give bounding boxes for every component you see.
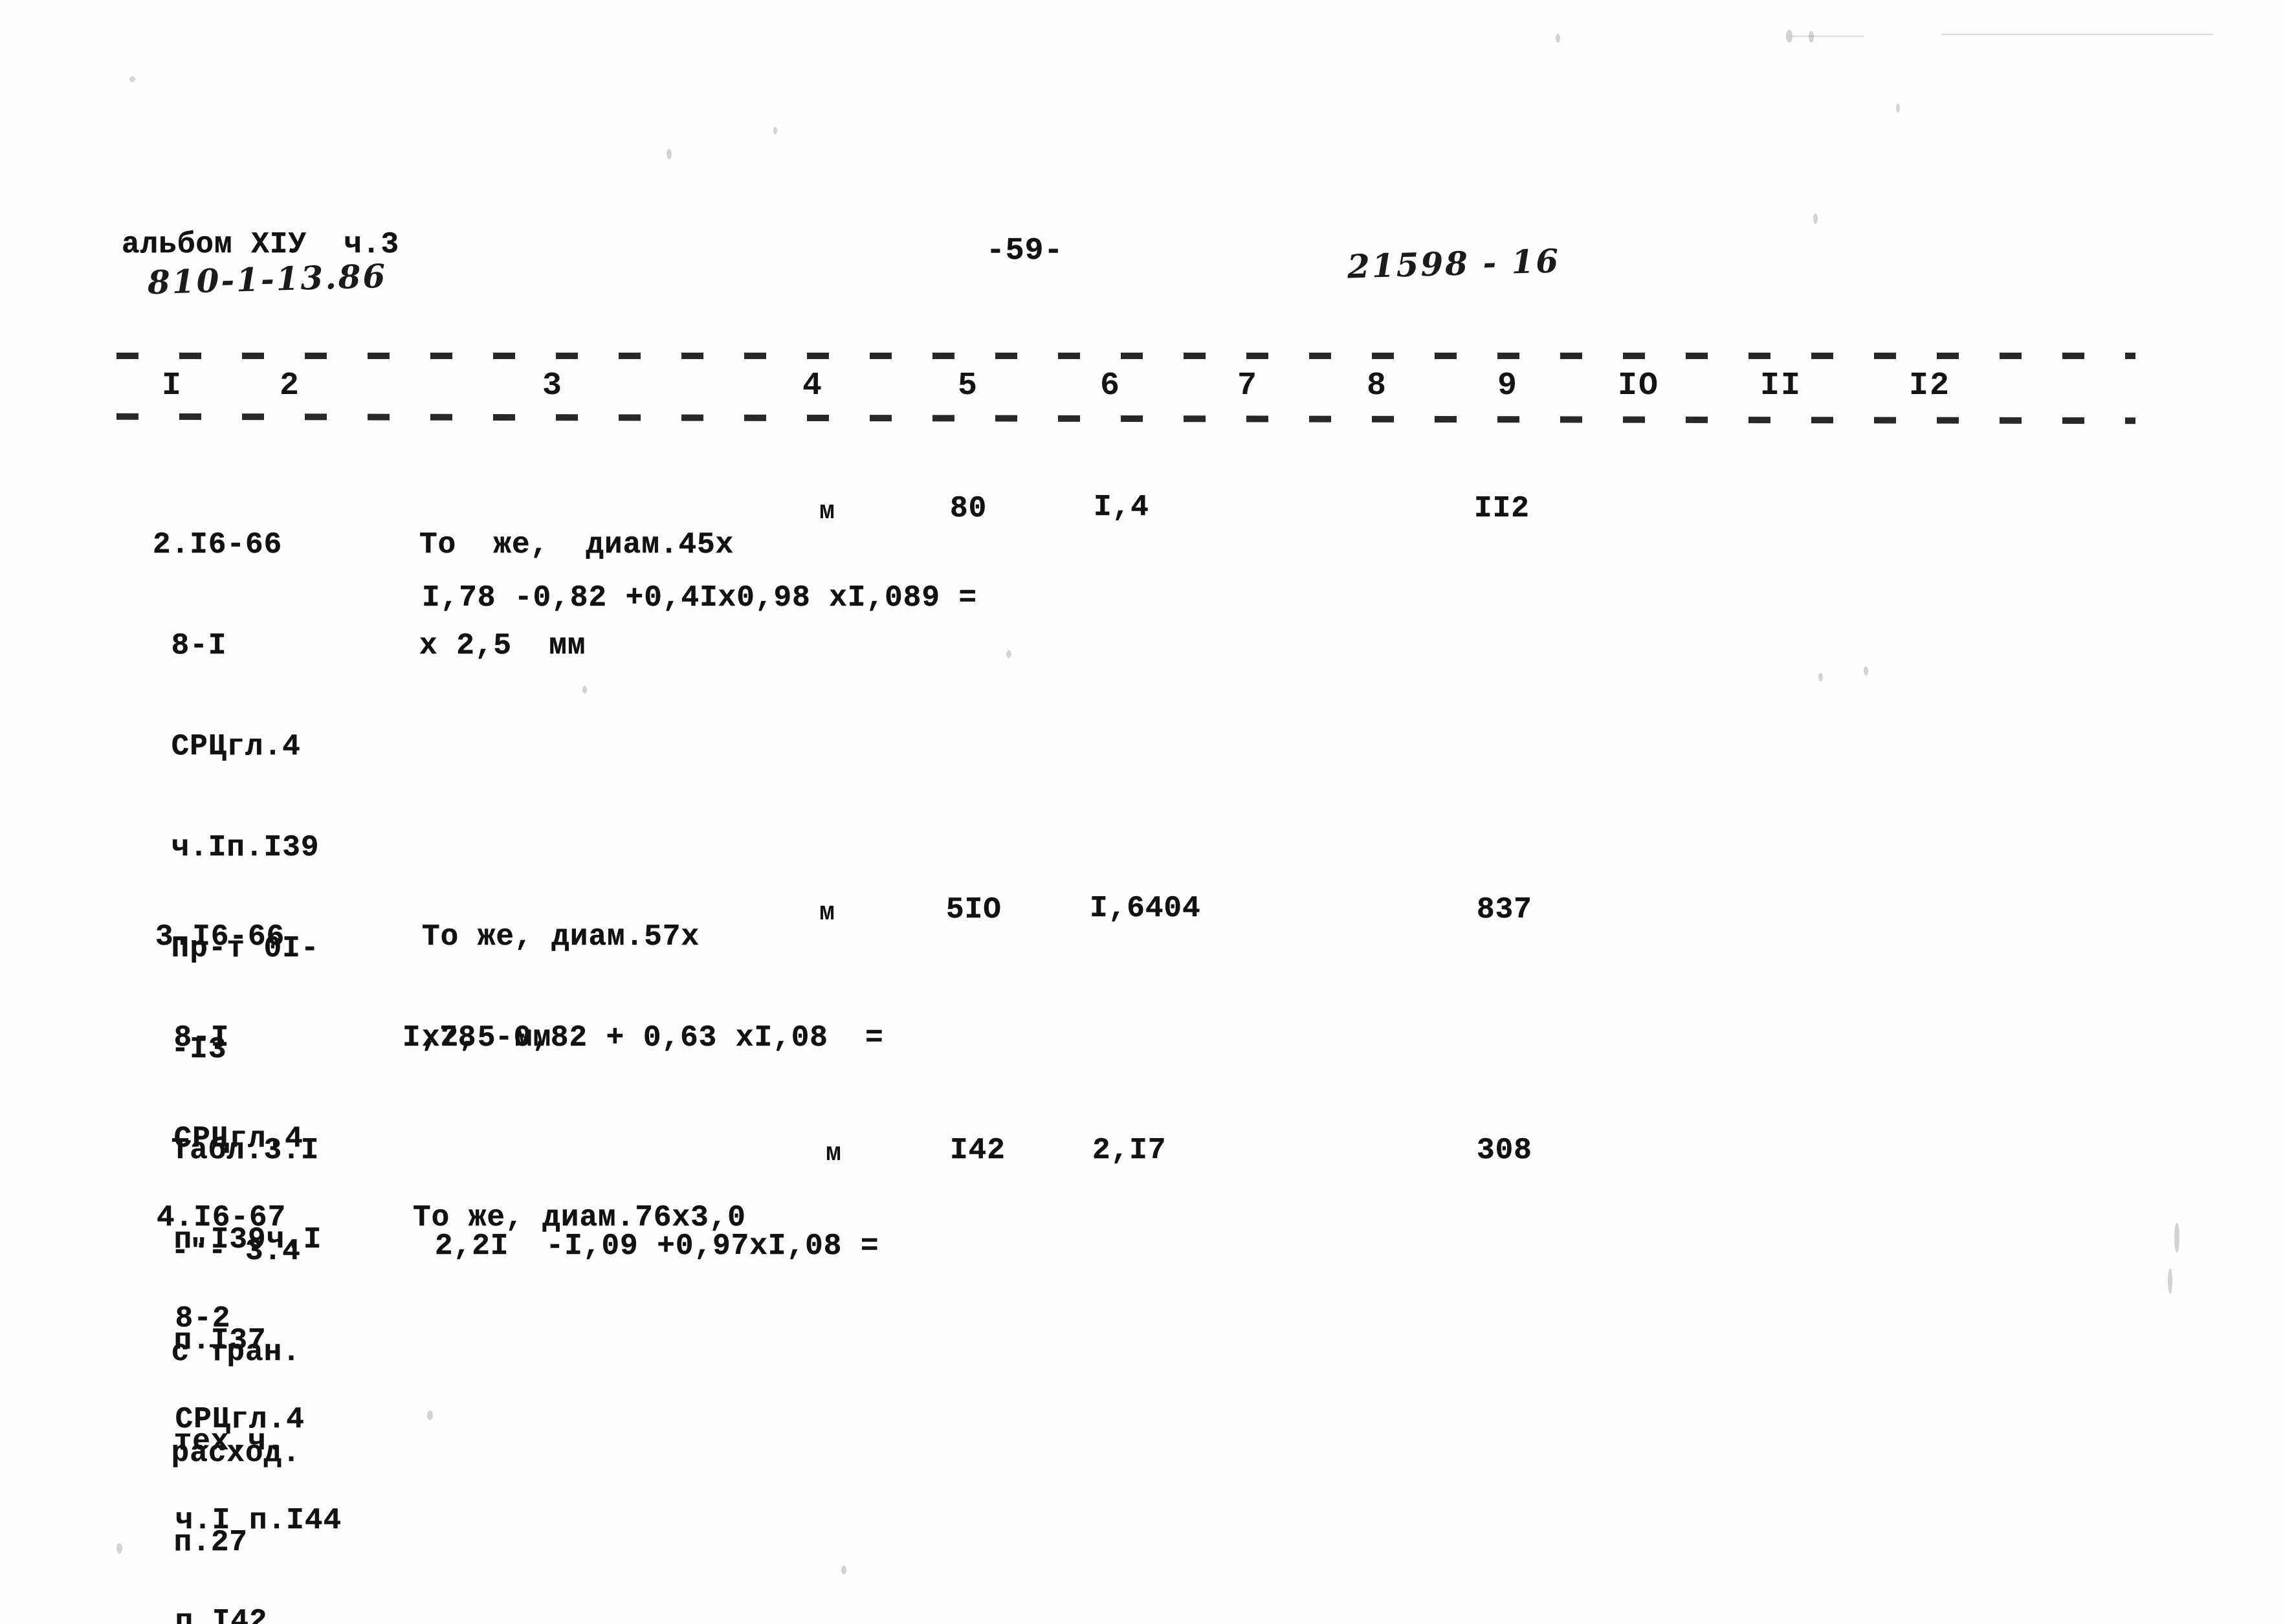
row-4-ref-line: п.I42 [157, 1605, 268, 1624]
row-4-description: То же, диам.76х3,0 [413, 1134, 746, 1302]
row-2-formula: I,78 -0,82 +0,4Iх0,98 хI,089 = [422, 581, 978, 615]
row-2-unit: м [819, 498, 836, 527]
scan-streak [1792, 36, 1864, 37]
album-code-handwritten: 810-1-13.86 [147, 256, 388, 302]
document-code-handwritten: 21598 - 16 [1347, 241, 1561, 286]
scan-speckle [2174, 1223, 2179, 1253]
scan-speckle [2168, 1268, 2172, 1294]
album-label: альбом XIУ ч.3 [122, 228, 400, 261]
scanned-document-page: альбом XIУ ч.3 810-1-13.86 -59- 21598 - … [0, 0, 2283, 1624]
row-4-ref-line: ч.I п.I44 [157, 1504, 342, 1537]
column-header-5: 5 [958, 368, 979, 404]
scan-speckle [1818, 673, 1823, 681]
scan-speckle [1786, 30, 1792, 43]
page-number: -59- [986, 234, 1064, 269]
column-header-8: 8 [1367, 368, 1388, 404]
column-header-3: 3 [542, 368, 564, 404]
scan-speckle [773, 127, 777, 135]
row-4-ref-line: 8-2 [157, 1302, 231, 1335]
row-2-description-line: То же, диам.45х [419, 528, 734, 562]
column-header-10: IO [1618, 368, 1660, 404]
row-3-formula: I,78 -0,82 + 0,63 хI,08 = [403, 1021, 884, 1055]
column-header-2: 2 [280, 368, 301, 404]
row-3-ref-line: 3.I6-66 [155, 920, 285, 954]
scan-speckle [1006, 650, 1011, 658]
scan-speckle [1813, 214, 1818, 224]
row-4-rate: 2,I7 [1092, 1134, 1167, 1167]
row-2-ref-line: СРЦгл.4 [153, 730, 301, 763]
table-rule-top [116, 353, 2135, 359]
scan-speckle [841, 1566, 846, 1574]
column-header-4: 4 [802, 368, 824, 404]
row-2-ref-line: 2.I6-66 [153, 528, 283, 562]
row-4-ref-column: 4.I6-67 8-2 СРЦгл.4 ч.I п.I44 п.I42 тех.… [157, 1134, 342, 1624]
row-3-total: 837 [1477, 893, 1532, 927]
column-header-12: I2 [1909, 368, 1951, 404]
scan-speckle [1896, 104, 1900, 113]
row-4-unit: м [826, 1139, 843, 1169]
row-4-quantity: I42 [950, 1134, 1006, 1167]
table-rule-bottom [116, 413, 2136, 424]
scan-speckle [129, 76, 135, 82]
row-3-ref-line: 8-I [155, 1021, 230, 1055]
column-header-1: I [162, 368, 183, 404]
row-2-quantity: 80 [950, 492, 987, 525]
scan-speckle [1864, 666, 1868, 675]
scan-speckle [116, 1543, 122, 1553]
row-2-total: II2 [1474, 492, 1530, 525]
row-4-formula: 2,2I -I,09 +0,97хI,08 = [435, 1229, 879, 1263]
column-header-9: 9 [1497, 368, 1519, 404]
column-header-11: II [1760, 368, 1802, 404]
row-2-description-line: х 2,5 мм [419, 629, 586, 663]
row-2-rate: I,4 [1094, 490, 1149, 524]
row-3-description-line: То же, диам.57х [422, 920, 700, 954]
scan-streak [1941, 34, 2213, 35]
row-4-ref-line: 4.I6-67 [157, 1201, 287, 1234]
row-3-description: То же, диам.57х х2,5 мм [422, 853, 700, 1122]
row-2-ref-line: 8-I [153, 629, 227, 663]
row-4-ref-line: СРЦгл.4 [157, 1403, 305, 1436]
column-header-6: 6 [1100, 368, 1121, 404]
scan-speckle [667, 149, 672, 159]
row-3-rate: I,6404 [1090, 892, 1201, 925]
scan-speckle [1809, 31, 1814, 43]
row-3-quantity: 5IO [946, 893, 1002, 927]
scan-speckle [427, 1410, 433, 1420]
scan-speckle [1556, 34, 1560, 43]
row-4-total: 308 [1477, 1134, 1532, 1167]
column-header-7: 7 [1237, 368, 1259, 404]
row-3-unit: м [819, 899, 836, 928]
